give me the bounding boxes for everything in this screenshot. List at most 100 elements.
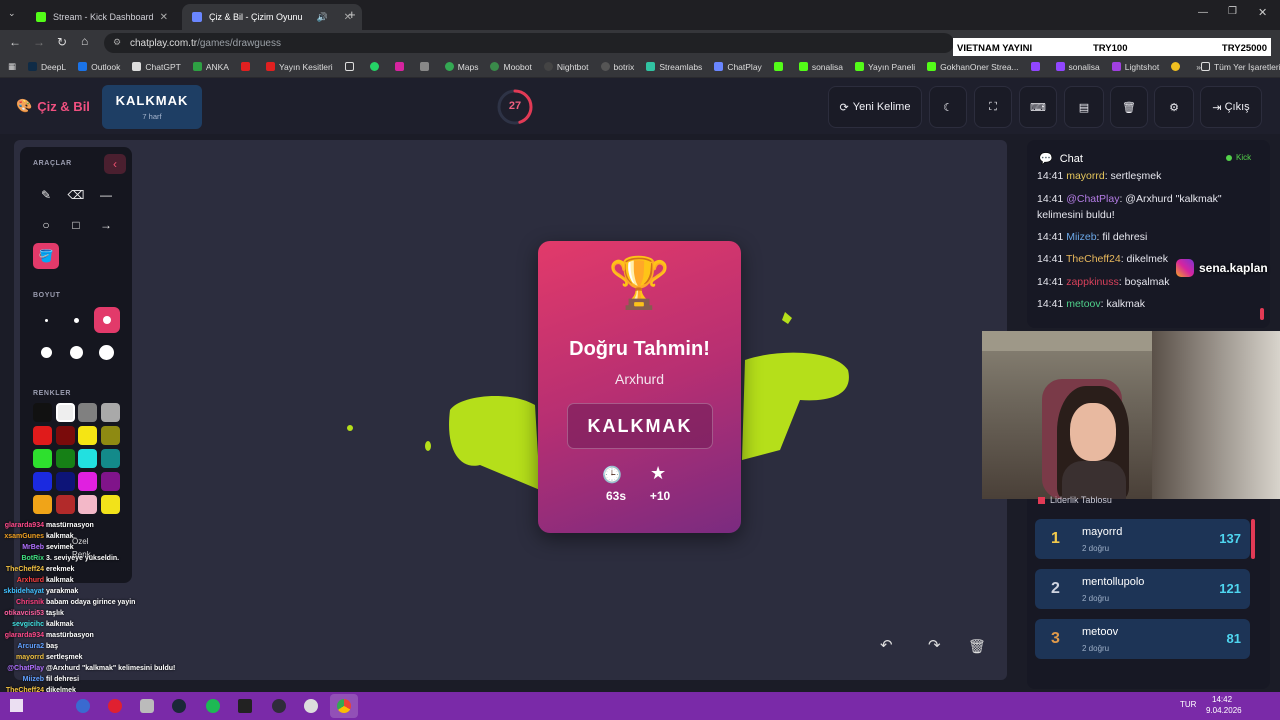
chrome-icon[interactable] — [337, 699, 351, 713]
chat-username[interactable]: metoov — [1066, 298, 1100, 310]
size-xl[interactable] — [70, 346, 83, 359]
fill-tool[interactable]: 🪣 — [33, 243, 59, 269]
bookmark-sonalisa[interactable]: sonalisa — [798, 62, 843, 72]
new-word-button[interactable]: ⟳ Yeni Kelime — [828, 86, 922, 128]
dark-mode-button[interactable]: ☾ — [929, 86, 967, 128]
color-swatch[interactable] — [55, 472, 75, 491]
chat-username[interactable]: zappkinuss — [1066, 276, 1119, 288]
circle-tool[interactable]: ○ — [34, 213, 58, 237]
color-swatch[interactable] — [55, 403, 75, 422]
arrow-tool[interactable]: → — [94, 213, 118, 237]
bookmark-chatgpt[interactable]: ChatGPT — [132, 62, 181, 72]
color-swatch[interactable] — [33, 495, 52, 514]
color-swatch[interactable] — [100, 449, 120, 468]
minimize-icon[interactable]: — — [1198, 7, 1208, 18]
bookmark-anka[interactable]: ANKA — [192, 62, 229, 72]
bookmark-folder-icon[interactable] — [344, 62, 358, 71]
bookmark-moobot[interactable]: Moobot — [490, 62, 532, 72]
new-tab-icon[interactable]: + — [348, 7, 356, 22]
color-swatch[interactable] — [100, 495, 120, 514]
home-icon[interactable]: ⌂ — [81, 34, 88, 48]
clock-time[interactable]: 14:42 — [1212, 695, 1232, 704]
taskbar-app-icon[interactable] — [76, 699, 90, 713]
settings-button[interactable]: ⚙ — [1154, 86, 1194, 128]
bookmark-outlook[interactable]: Outlook — [78, 62, 120, 72]
chat-username[interactable]: TheCheff24 — [1066, 253, 1121, 265]
leaderboard-scrollbar[interactable] — [1251, 519, 1255, 559]
bookmark-streamlabs[interactable]: Streamlabs — [646, 62, 702, 72]
clear-canvas-button[interactable]: 🗑 — [968, 638, 986, 655]
obs-icon[interactable] — [272, 699, 286, 713]
site-info-icon[interactable]: ⚙ — [113, 37, 121, 48]
all-bookmarks[interactable]: Tüm Yer İşaretleri — [1200, 62, 1280, 72]
chat-scrollbar[interactable] — [1260, 308, 1264, 320]
line-tool[interactable]: — — [94, 183, 118, 207]
bookmark-nightbot[interactable]: Nightbot — [543, 62, 589, 72]
bookmark-twitch-icon[interactable] — [1030, 62, 1044, 71]
reload-icon[interactable]: ↻ — [57, 35, 67, 49]
chat-username[interactable]: Miizeb — [1066, 231, 1096, 243]
spotify-icon[interactable] — [206, 699, 220, 713]
bookmark-yayin-kesitleri[interactable]: Yayın Kesitleri — [265, 62, 333, 72]
color-swatch[interactable] — [33, 403, 52, 422]
color-swatch[interactable] — [78, 449, 97, 468]
bookmark-instagram-icon[interactable] — [394, 62, 408, 71]
windows-start-icon[interactable] — [10, 699, 23, 712]
url-input[interactable]: ⚙ chatplay.com.tr/games/drawguess — [104, 33, 954, 53]
bookmark-gokhanoner[interactable]: GokhanOner Strea... — [927, 62, 1019, 72]
color-swatch[interactable] — [100, 426, 120, 445]
bookmark-emoji-icon[interactable] — [1171, 62, 1184, 71]
fullscreen-button[interactable]: ⛶ — [974, 86, 1012, 128]
maximize-icon[interactable]: ❐ — [1228, 6, 1237, 17]
back-icon[interactable]: ← — [9, 35, 21, 49]
color-swatch[interactable] — [78, 472, 97, 491]
forward-icon[interactable]: → — [33, 35, 45, 49]
custom-color-label[interactable]: Özel — [72, 537, 88, 546]
tab-kick-dashboard[interactable]: Stream - Kick Dashboard ✕ — [26, 4, 178, 30]
collapse-panel-button[interactable]: ‹ — [104, 154, 126, 174]
tab-ciz-bil[interactable]: Çiz & Bil - Çizim Oyunu 🔊 ✕ — [182, 4, 362, 30]
chat-username[interactable]: mayorrd — [1066, 170, 1105, 182]
color-swatch[interactable] — [78, 403, 97, 422]
opera-icon[interactable] — [108, 699, 122, 713]
size-xs[interactable] — [45, 319, 48, 322]
epic-games-icon[interactable] — [238, 699, 252, 713]
undo-button[interactable]: ↶ — [880, 636, 893, 654]
bookmark-kick-icon[interactable] — [773, 62, 787, 71]
size-xxl[interactable] — [99, 345, 114, 360]
brush-tool[interactable]: ✎ — [34, 183, 58, 207]
bookmark-youtube-icon[interactable] — [240, 62, 254, 71]
eraser-tool[interactable]: ⌫ — [64, 183, 88, 207]
color-swatch[interactable] — [33, 449, 52, 468]
trash-button[interactable]: 🗑 — [1110, 86, 1148, 128]
color-swatch[interactable] — [55, 449, 75, 468]
language-indicator[interactable]: TUR — [1180, 700, 1196, 709]
chat-username[interactable]: @ChatPlay — [1066, 193, 1119, 205]
bookmark-deepl[interactable]: DeepL — [28, 62, 66, 72]
color-swatch[interactable] — [100, 472, 120, 491]
bookmark-whatsapp-icon[interactable] — [369, 62, 383, 71]
color-swatch[interactable] — [33, 426, 52, 445]
bookmark-maps[interactable]: Maps — [444, 62, 478, 72]
rectangle-tool[interactable]: □ — [64, 213, 88, 237]
redo-button[interactable]: ↷ — [928, 636, 941, 654]
clock-date[interactable]: 9.04.2026 — [1206, 706, 1242, 715]
color-swatch[interactable] — [78, 495, 97, 514]
steam-icon[interactable] — [172, 699, 186, 713]
apps-grid-icon[interactable]: ▦ — [8, 61, 16, 72]
app-icon[interactable] — [140, 699, 154, 713]
size-l[interactable] — [41, 347, 52, 358]
color-swatch[interactable] — [55, 426, 75, 445]
bookmark-chatplay[interactable]: ChatPlay — [714, 62, 762, 72]
bookmark-botrix[interactable]: botrix — [600, 62, 634, 72]
bookmark-sonalisa-twitch[interactable]: sonalisa — [1055, 62, 1100, 72]
archive-button[interactable]: ▤ — [1064, 86, 1104, 128]
color-swatch[interactable] — [55, 495, 75, 514]
app-icon[interactable] — [304, 699, 318, 713]
app-logo[interactable]: 🎨 Çiz & Bil — [16, 98, 90, 114]
color-swatch[interactable] — [33, 472, 52, 491]
size-s[interactable] — [74, 318, 79, 323]
keyboard-button[interactable]: ⌨ — [1019, 86, 1057, 128]
close-window-icon[interactable]: ✕ — [1258, 6, 1267, 19]
bookmark-x-icon[interactable] — [419, 62, 433, 71]
